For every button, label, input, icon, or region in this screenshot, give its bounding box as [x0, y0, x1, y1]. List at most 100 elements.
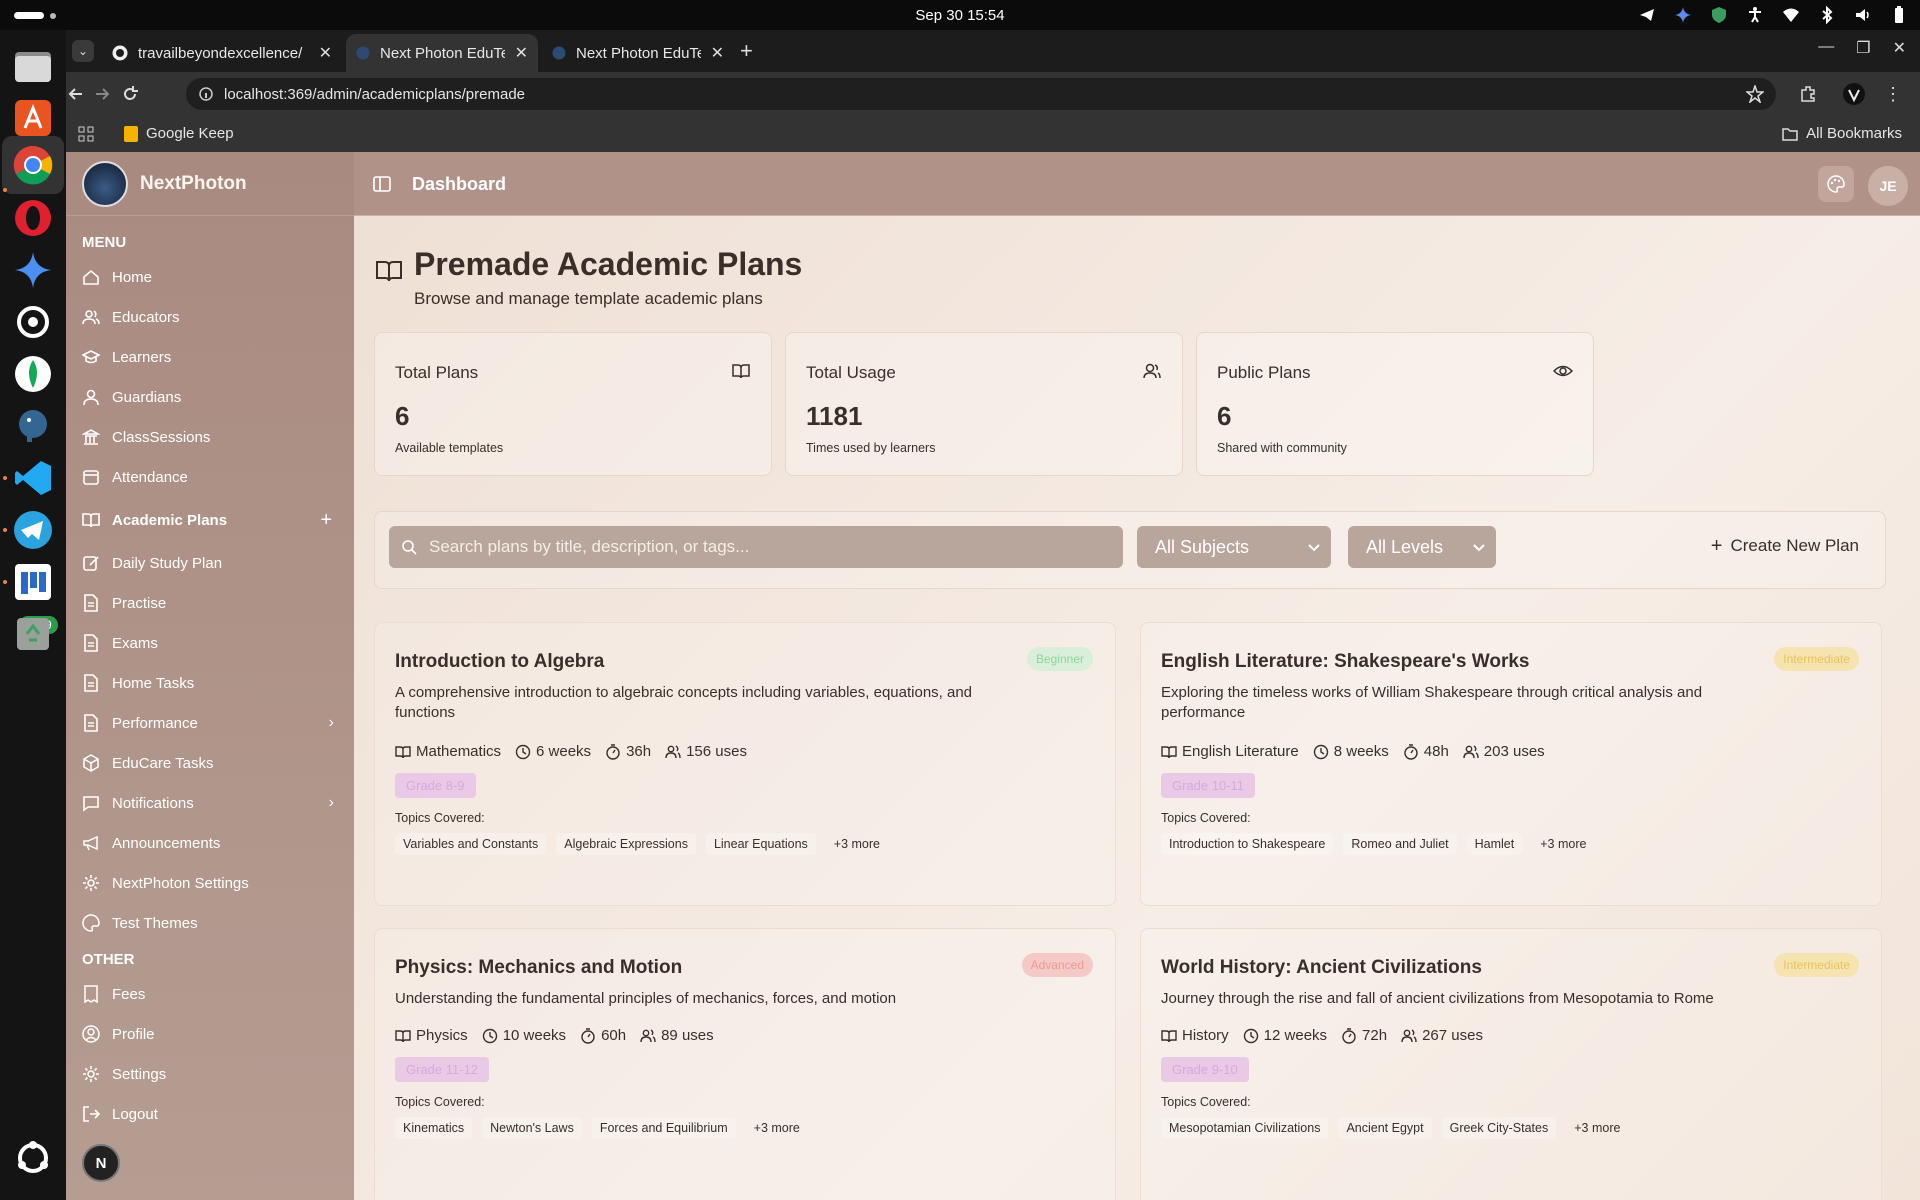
- more-topics-link[interactable]: +3 more: [1532, 833, 1594, 855]
- plan-title[interactable]: English Literature: Shakespeare's Works: [1161, 651, 1529, 673]
- tab-search-button[interactable]: ⌄: [72, 40, 94, 62]
- back-button-icon[interactable]: [65, 77, 66, 78]
- tab-nextphoton-active[interactable]: Next Photon EduTech M ✕: [346, 34, 538, 72]
- sidebar-item-practise[interactable]: Practise: [66, 583, 354, 623]
- gemini-icon[interactable]: [9, 246, 57, 294]
- back-nav-button[interactable]: [0, 72, 1, 73]
- sidebar-item-announcements[interactable]: Announcements: [66, 823, 354, 863]
- telegram-icon[interactable]: [9, 506, 57, 554]
- new-tab-button[interactable]: +: [740, 38, 753, 64]
- plan-title[interactable]: Introduction to Algebra: [395, 651, 604, 673]
- maximize-window-button[interactable]: ❐: [1856, 38, 1870, 58]
- gemini-tray-icon[interactable]: [1674, 6, 1692, 24]
- sidebar-item-performance[interactable]: Performance ›: [66, 703, 354, 743]
- sidebar-item-profile[interactable]: Profile: [66, 1014, 354, 1054]
- sidebar-item-settings[interactable]: Settings: [66, 1054, 354, 1094]
- system-tray[interactable]: [1638, 6, 1908, 24]
- search-input[interactable]: [429, 537, 1123, 557]
- close-tab-icon[interactable]: ✕: [711, 43, 724, 63]
- chatgpt-icon[interactable]: [9, 298, 57, 346]
- plan-card[interactable]: Introduction to Algebra Beginner A compreh…: [374, 622, 1116, 906]
- close-window-button[interactable]: ✕: [1893, 38, 1906, 58]
- search-box[interactable]: [389, 526, 1123, 568]
- plan-title[interactable]: Physics: Mechanics and Motion: [395, 957, 682, 979]
- sidebar-item-educare-tasks[interactable]: EduCare Tasks: [66, 743, 354, 783]
- sidebar-item-home[interactable]: Home: [66, 257, 354, 297]
- sidebar-item-daily-study-plan[interactable]: Daily Study Plan: [66, 543, 354, 583]
- plan-card[interactable]: Physics: Mechanics and Motion Advanced Und…: [374, 928, 1116, 1200]
- bluetooth-icon[interactable]: [1818, 6, 1836, 24]
- chevron-right-icon[interactable]: ›: [329, 794, 334, 812]
- plan-title[interactable]: World History: Ancient Civilizations: [1161, 957, 1482, 979]
- plan-card[interactable]: World History: Ancient Civilizations Inte…: [1140, 928, 1882, 1200]
- close-tab-icon[interactable]: ✕: [319, 43, 332, 63]
- postgresql-icon[interactable]: [9, 402, 57, 450]
- extensions-icon[interactable]: [1798, 84, 1818, 104]
- more-topics-link[interactable]: +3 more: [746, 1117, 808, 1139]
- bookmark-star-icon[interactable]: [1746, 85, 1764, 103]
- sidebar-item-classsessions[interactable]: ClassSessions: [66, 417, 354, 457]
- browser-menu-icon[interactable]: ⋮: [1884, 84, 1902, 105]
- back-action-icon[interactable]: [65, 108, 66, 109]
- apps-grid-icon[interactable]: [78, 126, 94, 142]
- tab-nextphoton[interactable]: Next Photon EduTech M ✕: [542, 34, 734, 72]
- volume-icon[interactable]: [1854, 6, 1872, 24]
- sidebar-item-home-tasks[interactable]: Home Tasks: [66, 663, 354, 703]
- footer-avatar[interactable]: N: [82, 1144, 120, 1182]
- sidebar-item-exams[interactable]: Exams: [66, 623, 354, 663]
- level-select[interactable]: All Levels: [1348, 526, 1496, 568]
- sidebar-item-educators[interactable]: Educators: [66, 297, 354, 337]
- shield-tray-icon[interactable]: [1710, 6, 1728, 24]
- bookmark-google-keep[interactable]: Google Keep: [124, 125, 234, 142]
- all-bookmarks-button[interactable]: All Bookmarks: [1782, 125, 1902, 142]
- system-clock[interactable]: Sep 30 15:54: [0, 7, 1920, 24]
- app-store-icon[interactable]: [9, 94, 57, 142]
- url-text[interactable]: localhost:369/admin/academicplans/premad…: [224, 86, 525, 103]
- sidebar-item-logout[interactable]: Logout: [66, 1094, 354, 1134]
- sidebar-item-test-themes[interactable]: Test Themes: [66, 903, 354, 943]
- sidebar-item-fees[interactable]: Fees: [66, 974, 354, 1014]
- sidebar-item-nextphoton-settings[interactable]: NextPhoton Settings: [66, 863, 354, 903]
- address-bar[interactable]: localhost:369/admin/academicplans/premad…: [186, 78, 1776, 110]
- back-nav-visual[interactable]: [6, 72, 7, 73]
- telegram-tray-icon[interactable]: [1638, 6, 1656, 24]
- opera-icon[interactable]: [9, 194, 57, 242]
- back-arrow-icon[interactable]: [63, 86, 64, 87]
- reload-button[interactable]: [120, 84, 140, 104]
- sidebar-item-academic-plans[interactable]: Academic Plans +: [66, 497, 354, 543]
- more-topics-link[interactable]: +3 more: [826, 833, 888, 855]
- forward-button[interactable]: [92, 84, 112, 104]
- close-tab-icon[interactable]: ✕: [515, 43, 528, 63]
- subject-select[interactable]: All Subjects: [1137, 526, 1331, 568]
- chrome-icon[interactable]: [9, 141, 57, 189]
- back-arrow-glyph-icon[interactable]: [4, 72, 5, 73]
- accessibility-icon[interactable]: [1746, 6, 1764, 24]
- battery-icon[interactable]: [1890, 6, 1908, 24]
- files-app-icon[interactable]: [9, 42, 57, 90]
- vscode-icon[interactable]: [9, 454, 57, 502]
- minimize-window-button[interactable]: —: [1818, 38, 1834, 58]
- sidebar-item-attendance[interactable]: Attendance: [66, 457, 354, 497]
- profile-avatar-icon[interactable]: [1842, 82, 1866, 106]
- sidebar-item-learners[interactable]: Learners: [66, 337, 354, 377]
- create-plan-label: Create New Plan: [1730, 536, 1859, 555]
- back-button-visible[interactable]: [66, 84, 86, 104]
- create-new-plan-button[interactable]: + Create New Plan: [1711, 536, 1859, 556]
- add-plan-button[interactable]: +: [320, 509, 332, 532]
- kanban-app-icon[interactable]: [9, 558, 57, 606]
- sidebar-item-notifications[interactable]: Notifications ›: [66, 783, 354, 823]
- sidebar-item-guardians[interactable]: Guardians: [66, 377, 354, 417]
- show-apps-icon[interactable]: [9, 1134, 57, 1182]
- more-topics-link[interactable]: +3 more: [1566, 1117, 1628, 1139]
- trash-icon[interactable]: [9, 610, 57, 658]
- plan-card[interactable]: English Literature: Shakespeare's Works I…: [1140, 622, 1882, 906]
- sidebar-brand[interactable]: NextPhoton: [66, 152, 354, 216]
- wifi-icon[interactable]: [1782, 6, 1800, 24]
- tab-github[interactable]: travailbeyondexcellence/ ✕: [102, 34, 342, 72]
- user-avatar[interactable]: JE: [1868, 166, 1908, 206]
- sidebar-toggle-icon[interactable]: [372, 174, 392, 194]
- chevron-right-icon[interactable]: ›: [329, 714, 334, 732]
- theme-palette-button[interactable]: [1818, 166, 1854, 202]
- mongodb-icon[interactable]: [9, 350, 57, 398]
- site-info-icon[interactable]: [198, 86, 214, 102]
